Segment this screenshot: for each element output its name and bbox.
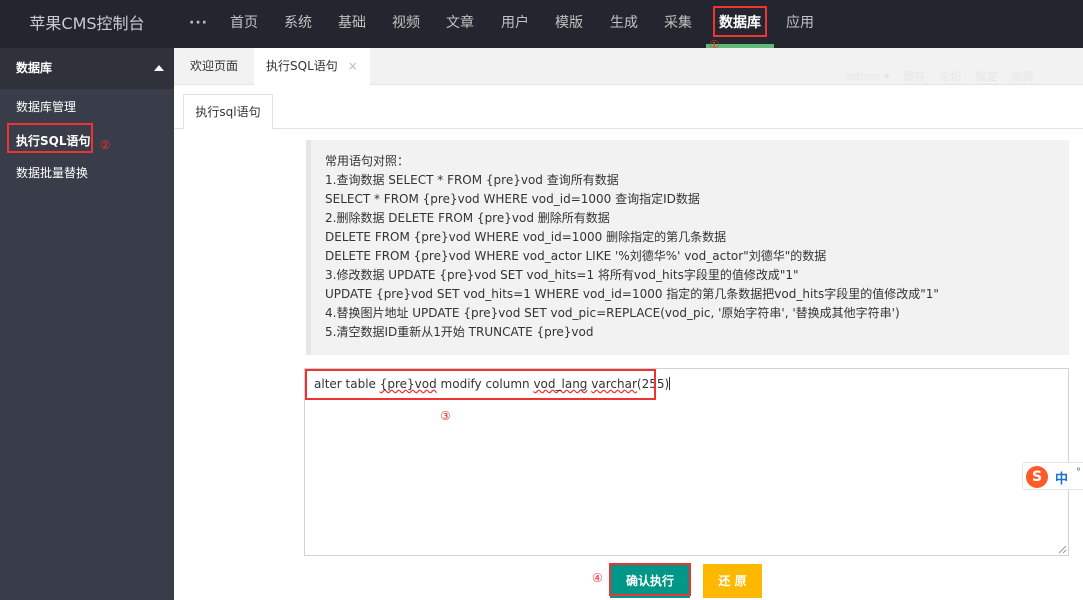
- resize-grip-icon[interactable]: [1058, 545, 1067, 554]
- sidebar-header-label: 数据库: [16, 61, 53, 75]
- help-line: UPDATE {pre}vod SET vod_hits=1 WHERE vod…: [325, 287, 939, 301]
- sidebar-header-database[interactable]: 数据库: [0, 48, 174, 89]
- ime-punct-icon: °: [1076, 467, 1081, 478]
- help-line: 2.删除数据 DELETE FROM {pre}vod 删除所有数据: [325, 211, 610, 225]
- tab-exec-sql[interactable]: 执行SQL语句 ×: [254, 48, 370, 86]
- forum-link[interactable]: 论坛: [939, 70, 961, 83]
- annotation-number-2: ②: [100, 138, 111, 152]
- text-cursor: [669, 377, 671, 390]
- annotation-box-3: [305, 369, 656, 400]
- nav-item-collect[interactable]: 采集: [664, 0, 692, 48]
- ime-toolbar[interactable]: S 中 °: [1022, 462, 1083, 490]
- nav-item-basic[interactable]: 基础: [338, 0, 366, 48]
- help-line: 5.清空数据ID重新从1开始 TRUNCATE {pre}vod: [325, 325, 594, 339]
- sidebar: 数据库 数据库管理 执行SQL语句 数据批量替换 ②: [0, 48, 174, 600]
- user-menu-link[interactable]: admin ▾: [846, 70, 889, 83]
- nav-item-article[interactable]: 文章: [446, 0, 474, 48]
- annotation-number-4: ④: [592, 571, 603, 585]
- nav-item-system[interactable]: 系统: [284, 0, 312, 48]
- cache-link[interactable]: 缓存: [903, 70, 925, 83]
- sidebar-item-db-manage[interactable]: 数据库管理: [16, 98, 76, 115]
- caret-up-icon: [154, 65, 164, 71]
- tab-exec-sql-label: 执行SQL语句: [266, 59, 338, 73]
- nav-item-apps[interactable]: 应用: [786, 0, 814, 48]
- sql-help-box: 常用语句对照： 1.查询数据 SELECT * FROM {pre}vod 查询…: [306, 140, 1069, 355]
- ime-mode-label: 中: [1055, 472, 1069, 487]
- help-line: DELETE FROM {pre}vod WHERE vod_actor LIK…: [325, 249, 827, 263]
- help-line: SELECT * FROM {pre}vod WHERE vod_id=1000…: [325, 192, 700, 206]
- nav-item-home[interactable]: 首页: [230, 0, 258, 48]
- annotation-box-2: [7, 123, 93, 153]
- content-tabs: 执行sql语句: [174, 86, 1083, 130]
- nav-more-button[interactable]: ···: [189, 0, 207, 48]
- help-line: DELETE FROM {pre}vod WHERE vod_id=1000 删…: [325, 230, 727, 244]
- nav-item-template[interactable]: 模版: [555, 0, 583, 48]
- help-line: 4.替换图片地址 UPDATE {pre}vod SET vod_pic=REP…: [325, 306, 900, 320]
- tab-sql-statement[interactable]: 执行sql语句: [183, 94, 273, 130]
- help-line: 1.查询数据 SELECT * FROM {pre}vod 查询所有数据: [325, 173, 619, 187]
- tab-welcome[interactable]: 欢迎页面: [178, 48, 250, 85]
- annotation-box-4: [609, 563, 691, 596]
- sidebar-item-batch-replace[interactable]: 数据批量替换: [16, 164, 88, 181]
- annotation-number-3: ③: [440, 409, 451, 423]
- nav-item-video[interactable]: 视频: [392, 0, 420, 48]
- lock-link[interactable]: 锁定: [975, 70, 997, 83]
- annotation-box-1: [713, 6, 767, 37]
- nav-item-generate[interactable]: 生成: [610, 0, 638, 48]
- help-line: 常用语句对照：: [325, 154, 410, 168]
- sogou-ime-icon: S: [1026, 466, 1048, 488]
- page-tabs: 欢迎页面 执行SQL语句 × admin ▾ 缓存 论坛 锁定 隐藏: [174, 48, 1083, 86]
- nav-item-user[interactable]: 用户: [501, 0, 529, 48]
- hide-link[interactable]: 隐藏: [1011, 70, 1033, 83]
- user-links: admin ▾ 缓存 论坛 锁定 隐藏: [846, 68, 1047, 84]
- app-logo-title[interactable]: 苹果CMS控制台: [0, 0, 174, 48]
- close-icon[interactable]: ×: [348, 59, 358, 73]
- help-line: 3.修改数据 UPDATE {pre}vod SET vod_hits=1 将所…: [325, 268, 799, 282]
- reset-button[interactable]: 还 原: [703, 564, 762, 598]
- top-navbar: 苹果CMS控制台 ··· 首页 系统 基础 视频 文章 用户 模版 生成 采集 …: [0, 0, 1083, 52]
